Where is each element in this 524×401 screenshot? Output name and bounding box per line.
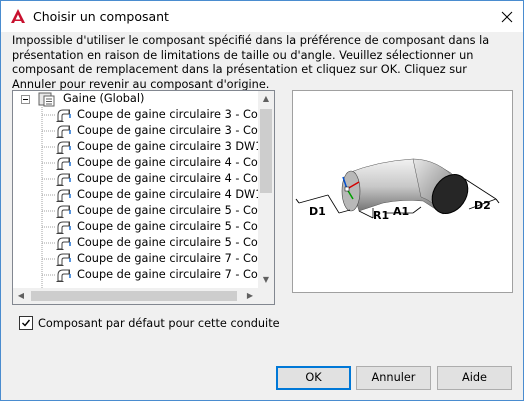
dim-label-a1: A1 xyxy=(393,205,409,218)
elbow-fitting-icon xyxy=(56,109,71,122)
default-component-checkbox[interactable] xyxy=(19,316,33,330)
scroll-down-icon[interactable]: ▼ xyxy=(258,272,274,288)
tree-item-label: Coupe de gaine circulaire 3 DW144 - C xyxy=(77,140,275,153)
dim-label-d2: D2 xyxy=(474,199,491,212)
elbow-fitting-icon xyxy=(56,205,71,218)
tree-item[interactable]: Coupe de gaine circulaire 4 DW144 - C xyxy=(13,187,274,203)
checkmark-icon xyxy=(22,319,31,327)
tree-item[interactable]: Coupe de gaine circulaire 5 - Coude ra xyxy=(13,235,274,251)
tree-item-label: Coupe de gaine circulaire 4 - Coude ra xyxy=(77,172,275,185)
tree-item-label: Coupe de gaine circulaire 3 - Coude ra xyxy=(77,124,275,137)
folder-icon xyxy=(38,92,55,107)
default-component-checkbox-row[interactable]: Composant par défaut pour cette conduite xyxy=(19,316,280,330)
tree-item-label: Coupe de gaine circulaire 5 - Coude ra xyxy=(77,236,275,249)
dim-label-r1: R1 xyxy=(373,209,389,222)
dialog-title: Choisir un composant xyxy=(33,9,169,24)
tree-item-label: Coupe de gaine circulaire 5 - Coude ra xyxy=(77,220,275,233)
tree-item-label: Coupe de gaine circulaire 7 - Coude ra xyxy=(77,252,275,265)
elbow-fitting-icon xyxy=(56,237,71,250)
help-button[interactable]: Aide xyxy=(437,366,512,390)
elbow-fitting-icon xyxy=(56,141,71,154)
scroll-corner xyxy=(258,288,274,304)
tree-root-label: Gaine (Global) xyxy=(63,92,145,105)
tree-item[interactable]: Coupe de gaine circulaire 4 - Coude ra xyxy=(13,155,274,171)
tree-item-label: Coupe de gaine circulaire 5 - Coude ra xyxy=(77,204,275,217)
autocad-logo-icon xyxy=(10,8,26,24)
tree-item-label: Coupe de gaine circulaire 7 - Coude ra xyxy=(77,268,275,281)
dim-label-d1: D1 xyxy=(309,205,326,218)
elbow-fitting-icon xyxy=(56,189,71,202)
tree-item[interactable]: Coupe de gaine circulaire 5 - Coude ra xyxy=(13,219,274,235)
tree-item[interactable]: Coupe de gaine circulaire 4 - Coude ra xyxy=(13,171,274,187)
default-component-label: Composant par défaut pour cette conduite xyxy=(38,316,280,330)
elbow-fitting-icon xyxy=(56,125,71,138)
tree-item[interactable]: Coupe de gaine circulaire 5 - Coude ra xyxy=(13,203,274,219)
tree-item-label: Coupe de gaine circulaire 4 - Coude ra xyxy=(77,156,275,169)
vertical-scroll-thumb[interactable] xyxy=(260,109,272,193)
horizontal-scroll-thumb[interactable] xyxy=(31,291,237,301)
tree-item[interactable]: Coupe de gaine circulaire 3 DW144 - C xyxy=(13,139,274,155)
component-tree[interactable]: Gaine (Global) Coupe de gaine circulaire… xyxy=(12,90,275,305)
elbow-fitting-icon xyxy=(56,157,71,170)
cancel-button[interactable]: Annuler xyxy=(356,366,431,390)
elbow-fitting-icon xyxy=(56,221,71,234)
elbow-fitting-icon xyxy=(56,269,71,282)
scroll-left-icon[interactable]: ◀ xyxy=(13,288,29,304)
vertical-scrollbar[interactable]: ▲ ▼ xyxy=(258,91,274,288)
tree-item[interactable]: Coupe de gaine circulaire 3 - Coude ra xyxy=(13,107,274,123)
scroll-right-icon[interactable]: ▶ xyxy=(242,288,258,304)
tree-item[interactable]: Coupe de gaine circulaire 7 - Coude ra xyxy=(13,251,274,267)
elbow-fitting-icon xyxy=(56,253,71,266)
tree-item-label: Coupe de gaine circulaire 4 DW144 - C xyxy=(77,188,275,201)
tree-item[interactable]: Coupe de gaine circulaire 3 - Coude ra xyxy=(13,123,274,139)
close-button[interactable] xyxy=(491,1,523,32)
horizontal-scrollbar[interactable]: ◀ ▶ xyxy=(13,288,258,304)
collapse-minus-icon[interactable] xyxy=(21,95,30,104)
scroll-up-icon[interactable]: ▲ xyxy=(258,91,274,107)
ok-button[interactable]: OK xyxy=(276,366,351,390)
tree-item[interactable]: Coupe de gaine circulaire 7 - Coude ra xyxy=(13,267,274,283)
tree-item-label: Coupe de gaine circulaire 3 - Coude ra xyxy=(77,108,275,121)
elbow-fitting-icon xyxy=(56,173,71,186)
component-preview: D1 R1 A1 D2 xyxy=(292,90,513,293)
title-bar: Choisir un composant xyxy=(1,1,523,32)
info-message: Impossible d'utiliser le composant spéci… xyxy=(12,34,490,92)
tree-root-item[interactable]: Gaine (Global) xyxy=(21,91,261,107)
close-icon xyxy=(501,11,513,22)
elbow-preview-drawing: D1 R1 A1 D2 xyxy=(295,158,500,222)
dialog-window: Choisir un composant Impossible d'utilis… xyxy=(0,0,524,401)
